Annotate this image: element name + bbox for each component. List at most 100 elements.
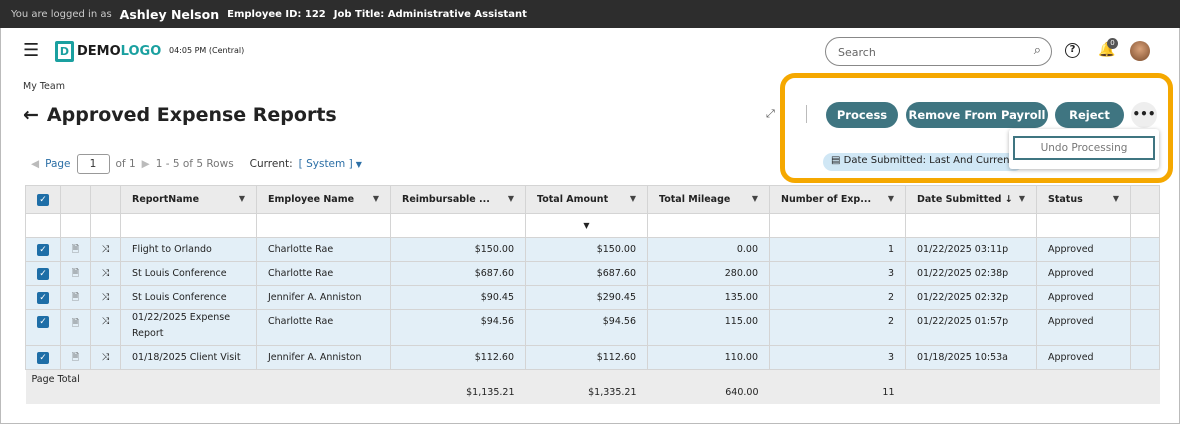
row-count: 1 - 5 of 5 Rows [155, 158, 234, 170]
column-menu-icon: ▼ [629, 194, 636, 203]
shuffle-icon[interactable]: ⤨ [90, 345, 121, 370]
cell-report-name: 01/22/2025 Expense Report [120, 309, 257, 346]
cell-report-name: St Louis Conference [120, 285, 257, 310]
job-title: Job Title: Administrative Assistant [333, 8, 527, 20]
cell-total-mileage: 135.00 [647, 285, 770, 310]
next-page-icon[interactable]: ▶ [142, 158, 150, 170]
column-menu-icon: ▼ [887, 194, 894, 203]
shuffle-icon[interactable]: ⤨ [90, 261, 121, 286]
cell-total-amount: $687.60 [525, 261, 648, 286]
cell-employee-name: Charlotte Rae [256, 261, 391, 286]
report-document-icon[interactable]: 🗎 [60, 261, 91, 286]
cell-status: Approved [1036, 345, 1131, 370]
page-count: of 1 [115, 158, 136, 170]
clock: 04:05 PM (Central) [169, 46, 245, 55]
header-row: ✓ ReportName ▼ Employee Name ▼ Reimbursabl… [25, 185, 1160, 214]
report-document-icon[interactable]: 🗎 [60, 237, 91, 262]
logo[interactable]: D DEMO LOGO [55, 41, 161, 62]
table-row[interactable]: ✓ 🗎 ⤨ St Louis Conference Charlotte Rae $687.… [25, 261, 1160, 286]
shuffle-icon[interactable]: ⤨ [90, 285, 121, 310]
expand-icon[interactable]: ⤢ [766, 107, 775, 121]
row-checkbox[interactable]: ✓ [25, 309, 61, 346]
cell-reimbursable: $150.00 [390, 237, 526, 262]
table-row[interactable]: ✓ 🗎 ⤨ 01/22/2025 Expense Report Charlotte Ra… [25, 309, 1160, 346]
cell-status: Approved [1036, 285, 1131, 310]
search-icon[interactable]: ⌕ [1034, 43, 1041, 58]
cell-employee-name: Charlotte Rae [256, 237, 391, 262]
cell-date-submitted: 01/22/2025 02:38p [905, 261, 1037, 286]
cell-number-of-expenses: 2 [769, 309, 906, 346]
shuffle-icon[interactable]: ⤨ [90, 309, 121, 346]
cell-status: Approved [1036, 261, 1131, 286]
cell-status: Approved [1036, 309, 1131, 346]
current-view-select[interactable]: [ System ] [299, 158, 353, 170]
cell-number-of-expenses: 3 [769, 345, 906, 370]
filter-icon[interactable]: ▼ [525, 213, 648, 238]
search-input[interactable]: Search ⌕ [825, 37, 1052, 66]
pager: ◀ Page 1 of 1 ▶ 1 - 5 of 5 Rows Current:… [31, 154, 362, 174]
cell-total-mileage: 115.00 [647, 309, 770, 346]
column-header[interactable]: Total Amount ▼ [525, 185, 648, 214]
column-header[interactable]: Date Submitted ↓ ▼ [905, 185, 1037, 214]
cell-total-amount: $290.45 [525, 285, 648, 310]
page-label: Page [45, 158, 71, 170]
row-checkbox[interactable]: ✓ [25, 261, 61, 286]
filter-row: ▼ [25, 213, 1160, 238]
column-header[interactable]: Employee Name ▼ [256, 185, 391, 214]
breadcrumb[interactable]: My Team [23, 81, 65, 92]
cell-date-submitted: 01/18/2025 10:53a [905, 345, 1037, 370]
page-total-row: Page Total $1,135.21 $1,335.21 640.00 11 [25, 369, 1160, 404]
row-checkbox[interactable]: ✓ [25, 345, 61, 370]
cell-total-amount: $150.00 [525, 237, 648, 262]
column-header[interactable]: Number of Exp... ▼ [769, 185, 906, 214]
cell-date-submitted: 01/22/2025 01:57p [905, 309, 1037, 346]
report-document-icon[interactable]: 🗎 [60, 309, 91, 346]
cell-report-name: Flight to Orlando [120, 237, 257, 262]
column-header[interactable]: Total Mileage ▼ [647, 185, 770, 214]
page-total-label: Page Total [25, 369, 391, 404]
column-menu-icon: ▼ [751, 194, 758, 203]
avatar[interactable] [1130, 41, 1150, 61]
highlight-box [780, 73, 1173, 183]
table-row[interactable]: ✓ 🗎 ⤨ 01/18/2025 Client Visit Jennifer A. An… [25, 345, 1160, 370]
total-cell: $1,335.21 [525, 369, 648, 404]
column-header[interactable]: Reimbursable ... ▼ [390, 185, 526, 214]
cell-employee-name: Jennifer A. Anniston [256, 285, 391, 310]
user-name: Ashley Nelson [119, 6, 220, 22]
cell-reimbursable: $90.45 [390, 285, 526, 310]
current-view-label: Current: [249, 158, 293, 170]
total-cell: 640.00 [647, 369, 770, 404]
logo-mark-icon: D [55, 41, 74, 62]
back-arrow-icon[interactable]: ← [23, 104, 39, 126]
cell-number-of-expenses: 1 [769, 237, 906, 262]
column-header[interactable]: ReportName ▼ [120, 185, 257, 214]
cell-report-name: St Louis Conference [120, 261, 257, 286]
hamburger-menu-icon[interactable]: ☰ [23, 42, 39, 60]
cell-employee-name: Jennifer A. Anniston [256, 345, 391, 370]
column-menu-icon: ▼ [507, 194, 514, 203]
total-cell: $1,135.21 [390, 369, 526, 404]
shuffle-icon[interactable]: ⤨ [90, 237, 121, 262]
row-checkbox[interactable]: ✓ [25, 237, 61, 262]
row-checkbox[interactable]: ✓ [25, 285, 61, 310]
column-menu-icon: ▼ [1018, 194, 1025, 203]
page-input[interactable]: 1 [76, 154, 110, 174]
prev-page-icon[interactable]: ◀ [31, 158, 39, 170]
logo-text-logo: LOGO [120, 44, 162, 59]
help-icon[interactable]: ? [1065, 43, 1080, 58]
cell-date-submitted: 01/22/2025 02:32p [905, 285, 1037, 310]
notification-badge: 0 [1107, 38, 1118, 49]
column-header[interactable]: Status ▼ [1036, 185, 1131, 214]
sort-desc-icon: ↓ [1004, 194, 1013, 205]
chevron-down-icon[interactable]: ▼ [356, 160, 362, 169]
table-row[interactable]: ✓ 🗎 ⤨ St Louis Conference Jennifer A. Annist… [25, 285, 1160, 310]
employee-id: Employee ID: 122 [227, 8, 326, 20]
report-document-icon[interactable]: 🗎 [60, 345, 91, 370]
select-all-checkbox[interactable]: ✓ [25, 185, 61, 214]
column-menu-icon: ▼ [372, 194, 379, 203]
column-menu-icon: ▼ [1112, 194, 1119, 203]
table-row[interactable]: ✓ 🗎 ⤨ Flight to Orlando Charlotte Rae $150.00… [25, 237, 1160, 262]
column-menu-icon: ▼ [238, 194, 245, 203]
cell-date-submitted: 01/22/2025 03:11p [905, 237, 1037, 262]
report-document-icon[interactable]: 🗎 [60, 285, 91, 310]
